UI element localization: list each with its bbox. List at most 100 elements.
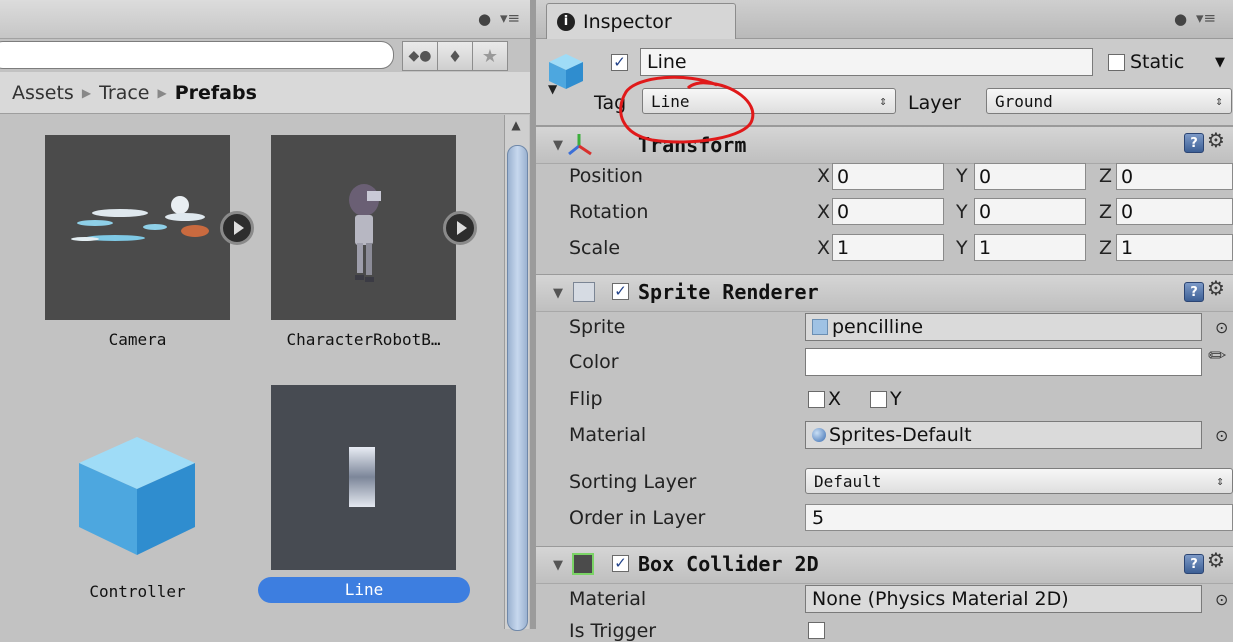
lock-icon[interactable]: ● <box>1174 10 1187 28</box>
order-in-layer-field[interactable]: 5 <box>805 504 1233 531</box>
info-icon: i <box>557 12 575 31</box>
robot-character-icon <box>349 184 381 282</box>
asset-camera[interactable]: Camera <box>45 135 254 349</box>
axis-y-label[interactable]: Y <box>956 201 968 223</box>
sprite-field[interactable]: pencilline <box>805 313 1202 341</box>
filter-by-type-button[interactable]: ◆● <box>402 41 438 71</box>
sprite-value: pencilline <box>832 316 924 338</box>
axis-z-label[interactable]: Z <box>1099 165 1112 187</box>
panel-menu-icon[interactable]: ▾≡ <box>1196 9 1216 27</box>
annotation-circle <box>619 75 755 144</box>
is-trigger-checkbox[interactable] <box>808 622 825 639</box>
expand-prefab-icon[interactable] <box>220 211 254 245</box>
sprite-renderer-enabled-checkbox[interactable]: ✓ <box>612 283 629 300</box>
project-toolbar: ● ▾≡ <box>0 0 536 39</box>
gear-icon[interactable]: ⚙ <box>1207 128 1225 152</box>
scale-label: Scale <box>569 237 621 259</box>
breadcrumb-item-current[interactable]: Prefabs <box>175 82 257 104</box>
active-checkbox[interactable]: ✓ <box>611 54 628 71</box>
static-label: Static <box>1130 51 1185 73</box>
axis-z-label[interactable]: Z <box>1099 237 1112 259</box>
asset-label-selected[interactable]: Line <box>258 577 470 603</box>
icon-dropdown-icon[interactable]: ▼ <box>548 82 557 96</box>
field-value: 0 <box>837 165 850 188</box>
layer-dropdown[interactable]: Ground ⇕ <box>986 88 1232 114</box>
rotation-label: Rotation <box>569 201 649 223</box>
help-icon[interactable]: ? <box>1184 133 1204 153</box>
position-z-field[interactable]: 0 <box>1116 163 1233 190</box>
object-picker-icon[interactable]: ⊙ <box>1215 318 1228 337</box>
star-icon: ★ <box>481 45 499 67</box>
eyedropper-icon[interactable]: ✏ <box>1208 344 1226 369</box>
box-collider-enabled-checkbox[interactable]: ✓ <box>612 555 629 572</box>
scale-x-field[interactable]: 1 <box>832 234 944 261</box>
collider-material-field[interactable]: None (Physics Material 2D) <box>805 585 1202 613</box>
flip-x-checkbox[interactable] <box>808 391 825 408</box>
axis-z-label[interactable]: Z <box>1099 201 1112 223</box>
breadcrumb-item[interactable]: Assets <box>12 82 74 104</box>
breadcrumb: Assets ▶ Trace ▶ Prefabs <box>0 72 536 114</box>
tab-inspector[interactable]: i Inspector <box>546 3 736 39</box>
axis-x-label[interactable]: X <box>817 165 830 187</box>
sprite-asset-icon <box>812 319 828 335</box>
lock-icon[interactable]: ● <box>478 10 491 28</box>
panel-menu-icon[interactable]: ▾≡ <box>500 9 520 27</box>
foldout-arrow-icon[interactable]: ▼ <box>553 286 563 301</box>
help-icon[interactable]: ? <box>1184 282 1204 302</box>
sprite-renderer-icon <box>573 282 595 302</box>
rotation-x-field[interactable]: 0 <box>832 198 944 225</box>
axis-y-label[interactable]: Y <box>956 165 968 187</box>
asset-controller[interactable]: Controller <box>45 385 230 601</box>
material-sphere-icon <box>812 428 826 442</box>
expand-prefab-icon[interactable] <box>443 211 477 245</box>
flip-y-checkbox[interactable] <box>870 391 887 408</box>
position-label: Position <box>569 165 643 187</box>
position-x-field[interactable]: 0 <box>832 163 944 190</box>
field-value: 1 <box>979 236 992 259</box>
field-value: 0 <box>979 165 992 188</box>
axis-y-label[interactable]: Y <box>956 237 968 259</box>
flip-label: Flip <box>569 388 603 410</box>
asset-line[interactable] <box>271 385 456 570</box>
scrollbar-thumb[interactable] <box>507 145 528 631</box>
object-picker-icon[interactable]: ⊙ <box>1215 426 1228 445</box>
axis-x-label[interactable]: X <box>817 237 830 259</box>
collider-material-label: Material <box>569 588 647 610</box>
color-field[interactable] <box>805 348 1202 376</box>
help-icon[interactable]: ? <box>1184 554 1204 574</box>
sorting-layer-dropdown[interactable]: Default ⇕ <box>805 468 1233 494</box>
rotation-z-field[interactable]: 0 <box>1116 198 1233 225</box>
object-picker-icon[interactable]: ⊙ <box>1215 590 1228 609</box>
gear-icon[interactable]: ⚙ <box>1207 548 1225 572</box>
sprite-renderer-title: Sprite Renderer <box>638 280 819 304</box>
axis-x-label[interactable]: X <box>817 201 830 223</box>
gear-icon[interactable]: ⚙ <box>1207 276 1225 300</box>
tab-label: Inspector <box>583 10 672 33</box>
sorting-layer-label: Sorting Layer <box>569 471 697 493</box>
scale-y-field[interactable]: 1 <box>974 234 1086 261</box>
line-sprite-icon <box>349 447 375 507</box>
filter-by-label-button[interactable]: ♦ <box>437 41 473 71</box>
scale-z-field[interactable]: 1 <box>1116 234 1233 261</box>
static-checkbox[interactable] <box>1108 54 1125 71</box>
collider-material-value: None (Physics Material 2D) <box>812 588 1069 610</box>
tag-icon: ♦ <box>447 46 463 66</box>
static-dropdown-icon[interactable]: ▼ <box>1215 55 1225 70</box>
foldout-arrow-icon[interactable]: ▼ <box>553 558 563 573</box>
rotation-y-field[interactable]: 0 <box>974 198 1086 225</box>
favorites-button[interactable]: ★ <box>472 41 508 71</box>
search-input[interactable] <box>0 41 394 69</box>
scroll-up-icon[interactable]: ▲ <box>504 118 528 136</box>
field-value: 1 <box>1121 236 1134 259</box>
line-thumbnail <box>271 385 456 570</box>
breadcrumb-item[interactable]: Trace <box>99 82 149 104</box>
material-field[interactable]: Sprites-Default <box>805 421 1202 449</box>
field-value: 0 <box>1121 165 1134 188</box>
field-value: 0 <box>979 200 992 223</box>
asset-character-robot[interactable]: CharacterRobotB… <box>271 135 477 349</box>
position-y-field[interactable]: 0 <box>974 163 1086 190</box>
breadcrumb-separator-icon: ▶ <box>157 85 167 100</box>
foldout-arrow-icon[interactable]: ▼ <box>553 138 563 153</box>
object-name-value: Line <box>647 51 687 73</box>
filter-type-icon: ◆● <box>408 48 432 64</box>
